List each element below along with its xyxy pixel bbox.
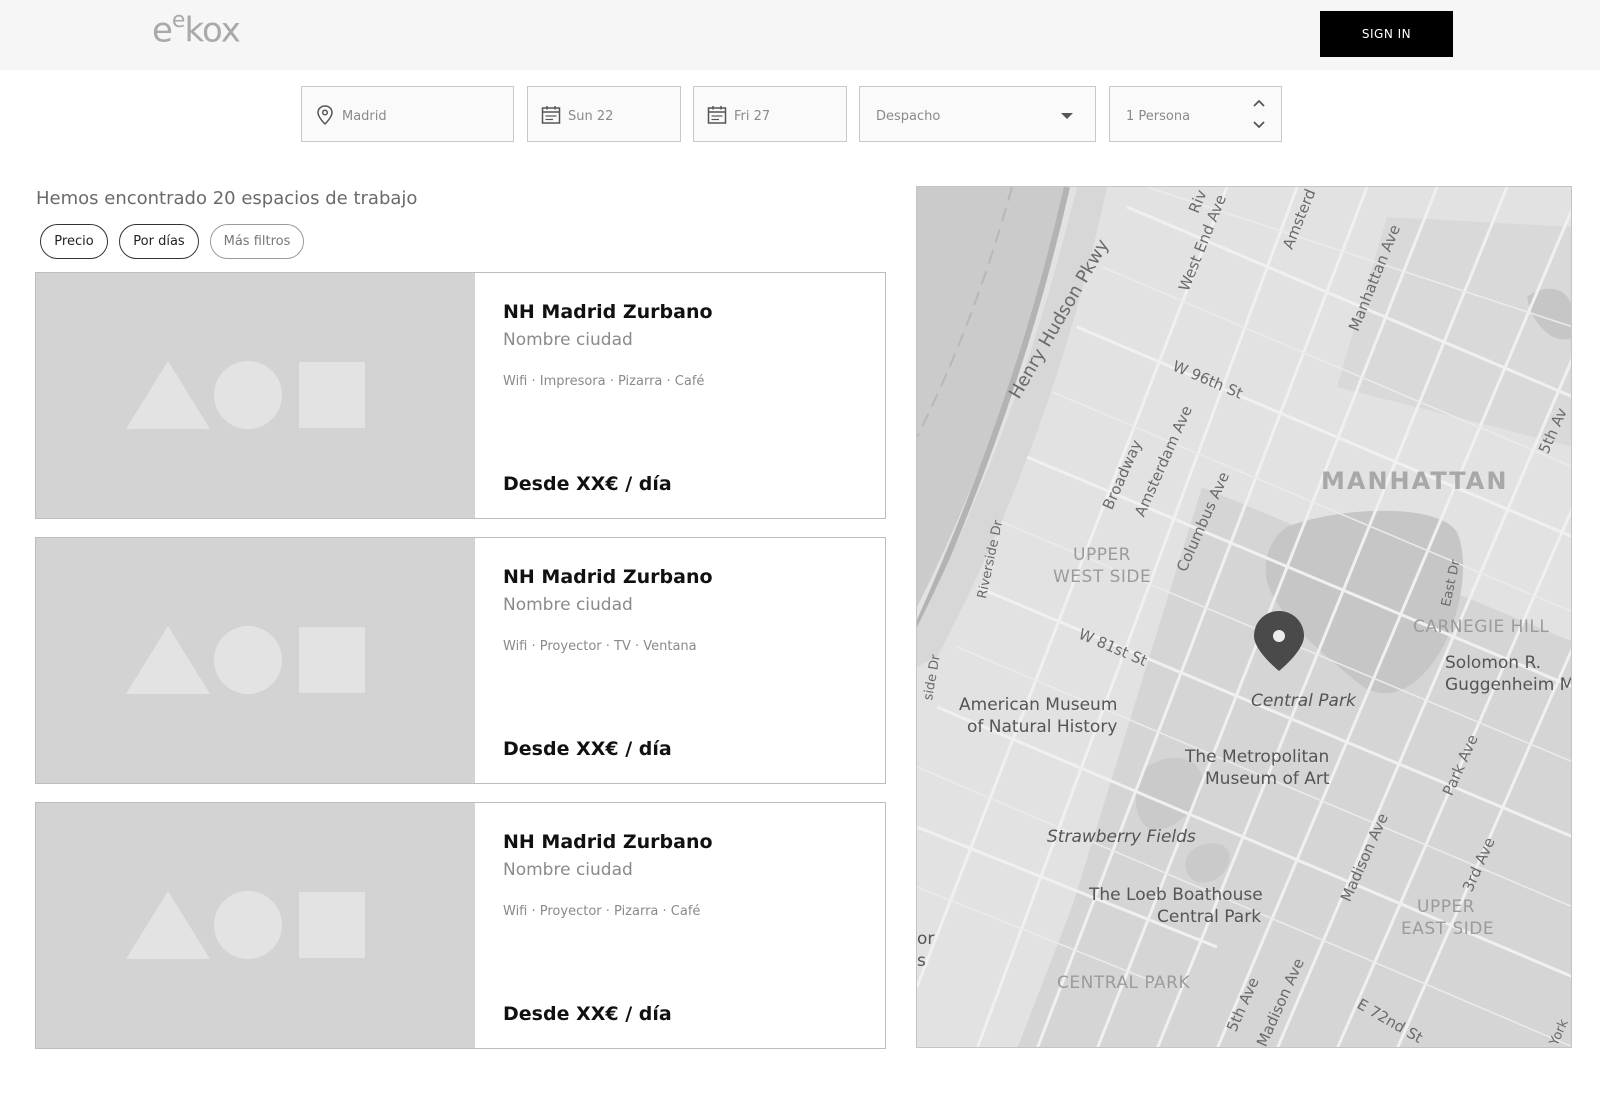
map-area-label: UPPER (1073, 545, 1131, 565)
map-area-label: CARNEGIE HILL (1413, 617, 1550, 637)
logo[interactable]: eekox (152, 8, 241, 50)
chevron-up-icon[interactable] (1251, 95, 1267, 111)
card-title[interactable]: NH Madrid Zurbano (503, 566, 713, 588)
people-value: 1 Persona (1126, 109, 1191, 124)
card-city: Nombre ciudad (503, 860, 633, 880)
placeholder-shapes-icon (126, 361, 365, 429)
workspace-card[interactable]: NH Madrid Zurbano Nombre ciudad Wifi · P… (35, 537, 886, 784)
image-placeholder (36, 273, 475, 518)
map-area-label: EAST SIDE (1401, 919, 1495, 939)
map-area-label: WEST SIDE (1053, 567, 1152, 587)
placeholder-shapes-icon (126, 891, 365, 959)
card-amenities: Wifi · Impresora · Pizarra · Café (503, 374, 705, 389)
placeholder-shapes-icon (126, 626, 365, 694)
end-date-value: Fri 27 (734, 109, 771, 124)
map-poi-label: Solomon R. (1445, 653, 1542, 673)
map-area-label: CENTRAL PARK (1057, 973, 1191, 993)
map-area-label: UPPER (1417, 897, 1475, 917)
dropdown-caret-icon (1061, 113, 1073, 119)
location-pin-icon (317, 105, 333, 126)
map-area-label: MANHATTAN (1321, 467, 1509, 495)
map-poi-label: Museum of Art (1205, 769, 1330, 789)
map-poi-label: or (917, 929, 935, 949)
card-price: Desde XX€ / día (503, 473, 672, 495)
people-stepper[interactable]: 1 Persona (1109, 86, 1282, 142)
card-price: Desde XX€ / día (503, 1003, 672, 1025)
chevron-down-icon[interactable] (1251, 117, 1267, 133)
calendar-icon (707, 106, 727, 124)
map-poi-label: American Museum (959, 695, 1118, 715)
image-placeholder (36, 803, 475, 1048)
top-header: eekox SIGN IN (0, 0, 1600, 70)
space-type-value: Despacho (876, 109, 941, 124)
image-placeholder (36, 538, 475, 783)
map-poi-label: of Natural History (967, 717, 1118, 737)
filter-precio[interactable]: Precio (40, 224, 108, 259)
start-date-value: Sun 22 (568, 109, 614, 124)
space-type-select[interactable]: Despacho (859, 86, 1096, 142)
city-value: Madrid (342, 109, 387, 124)
card-title[interactable]: NH Madrid Zurbano (503, 301, 713, 323)
card-title[interactable]: NH Madrid Zurbano (503, 831, 713, 853)
workspace-card[interactable]: NH Madrid Zurbano Nombre ciudad Wifi · I… (35, 272, 886, 519)
card-city: Nombre ciudad (503, 330, 633, 350)
filter-por-dias[interactable]: Por días (119, 224, 199, 259)
map-poi-label: Central Park (1251, 691, 1356, 711)
map-poi-label: Central Park (1157, 907, 1262, 927)
map-poi-label: Guggenheim M (1445, 675, 1572, 695)
filter-mas-filtros[interactable]: Más filtros (210, 224, 304, 259)
sign-in-button[interactable]: SIGN IN (1320, 11, 1453, 57)
results-map[interactable]: Henry Hudson Pkwy West End Ave Amsterd R… (916, 186, 1572, 1048)
city-field[interactable]: Madrid (301, 86, 514, 142)
results-count: Hemos encontrado 20 espacios de trabajo (36, 188, 418, 209)
map-poi-label: Strawberry Fields (1047, 827, 1196, 847)
card-amenities: Wifi · Proyector · TV · Ventana (503, 639, 697, 654)
map-poi-label: s (917, 951, 926, 971)
end-date-field[interactable]: Fri 27 (693, 86, 847, 142)
card-city: Nombre ciudad (503, 595, 633, 615)
calendar-icon (541, 106, 561, 124)
start-date-field[interactable]: Sun 22 (527, 86, 681, 142)
card-price: Desde XX€ / día (503, 738, 672, 760)
map-poi-label: The Loeb Boathouse (1089, 885, 1263, 905)
workspace-card[interactable]: NH Madrid Zurbano Nombre ciudad Wifi · P… (35, 802, 886, 1049)
map-poi-label: The Metropolitan (1185, 747, 1330, 767)
card-amenities: Wifi · Proyector · Pizarra · Café (503, 904, 701, 919)
